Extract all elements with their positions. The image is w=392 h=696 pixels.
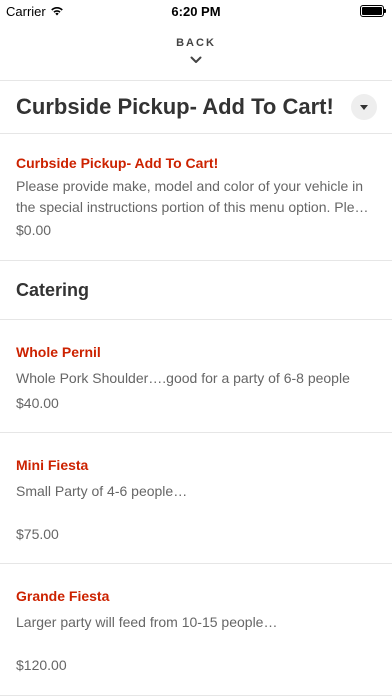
item-description: Larger party will feed from 10-15 people… <box>16 614 278 630</box>
item-description: Please provide make, model and color of … <box>16 176 382 218</box>
caret-down-icon <box>360 104 368 110</box>
item-name: Whole Pernil <box>16 344 101 360</box>
menu-item-whole-pernil[interactable]: Whole Pernil Whole Pork Shoulder….good f… <box>0 320 392 433</box>
item-name: Mini Fiesta <box>16 457 89 473</box>
item-name: Curbside Pickup- Add To Cart! <box>16 155 219 171</box>
menu-item-grande-fiesta[interactable]: Grande Fiesta Larger party will feed fro… <box>0 564 392 696</box>
menu-item-mini-fiesta[interactable]: Mini Fiesta Small Party of 4-6 people… $… <box>0 433 392 564</box>
status-bar: Carrier 6:20 PM <box>0 0 392 22</box>
section-dropdown-button[interactable] <box>351 94 377 120</box>
menu-item-curbside-pickup[interactable]: Curbside Pickup- Add To Cart! Please pro… <box>0 134 392 261</box>
menu-section-header[interactable]: Curbside Pickup- Add To Cart! <box>0 81 392 134</box>
status-time: 6:20 PM <box>171 4 221 19</box>
chevron-down-icon <box>190 51 202 69</box>
back-button[interactable]: BACK <box>0 22 392 81</box>
menu-section-title: Curbside Pickup- Add To Cart! <box>16 94 334 119</box>
back-label: BACK <box>176 37 216 49</box>
catering-header: Catering <box>0 261 392 320</box>
item-description: Small Party of 4-6 people… <box>16 483 188 499</box>
item-price: $0.00 <box>16 222 52 238</box>
item-price: $75.00 <box>16 526 59 542</box>
battery-icon <box>360 5 386 17</box>
item-description-line: Please provide make, model and color of … <box>16 178 364 194</box>
item-description-line: the special instructions portion of this… <box>16 199 369 215</box>
item-price: $120.00 <box>16 657 67 673</box>
item-description: Whole Pork Shoulder….good for a party of… <box>16 370 350 386</box>
catering-title: Catering <box>16 279 90 300</box>
item-price: $40.00 <box>16 395 59 411</box>
item-name: Grande Fiesta <box>16 588 110 604</box>
